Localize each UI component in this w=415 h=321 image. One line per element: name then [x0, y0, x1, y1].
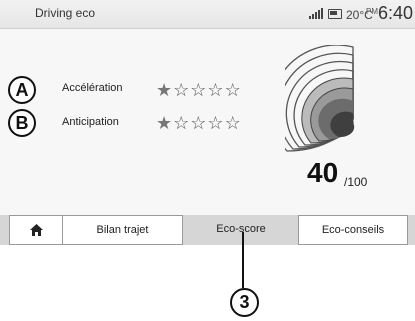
screen-title: Driving eco: [35, 6, 96, 20]
star-outline-icon: ☆: [173, 113, 191, 133]
star-outline-icon: ☆: [224, 113, 242, 133]
marker-a: A: [8, 76, 36, 104]
star-outline-icon: ☆: [207, 80, 225, 100]
eco-driving-screen: Driving eco 20°C PM 6:40 A Accélération …: [0, 0, 415, 245]
star-icon: ★: [156, 113, 174, 133]
callout-line: [242, 232, 244, 288]
clock-period: PM: [366, 7, 378, 16]
clock: 6:40: [378, 3, 414, 23]
tab-eco-conseils[interactable]: Eco-conseils: [298, 215, 408, 245]
star-outline-icon: ☆: [190, 113, 208, 133]
tab-eco-score[interactable]: Eco-score: [185, 215, 297, 243]
acceleration-label: Accélération: [62, 82, 123, 94]
tab-bilan-trajet[interactable]: Bilan trajet: [62, 215, 183, 245]
eco-leaf-icon: [285, 45, 355, 152]
star-outline-icon: ☆: [224, 80, 242, 100]
star-icon: ★: [156, 80, 174, 100]
callout-marker-3: 3: [230, 288, 259, 317]
status-bar: Driving eco 20°C PM 6:40: [0, 0, 415, 29]
tab-bar: Bilan trajet Eco-score Eco-conseils: [0, 215, 415, 245]
battery-icon: [328, 9, 342, 19]
signal-icon: [309, 8, 323, 19]
eco-score-max: /100: [344, 175, 368, 189]
home-button[interactable]: [9, 215, 64, 245]
home-icon: [30, 224, 43, 236]
marker-b: B: [8, 109, 36, 137]
anticipation-rating: ★☆☆☆☆: [156, 114, 242, 132]
star-outline-icon: ☆: [207, 113, 225, 133]
eco-score-value: 40: [307, 157, 339, 188]
star-outline-icon: ☆: [173, 80, 191, 100]
star-outline-icon: ☆: [190, 80, 208, 100]
anticipation-label: Anticipation: [62, 116, 119, 128]
acceleration-rating: ★☆☆☆☆: [156, 81, 242, 99]
